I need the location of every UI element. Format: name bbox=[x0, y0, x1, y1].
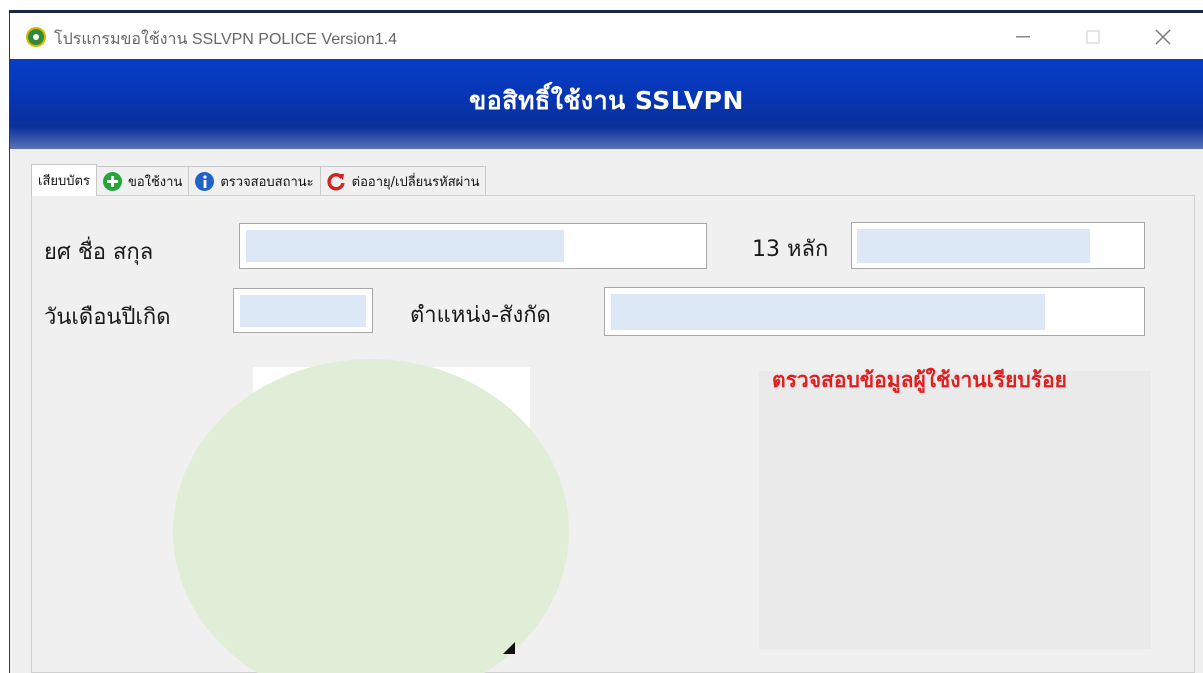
status-message: ตรวจสอบข้อมูลผู้ใช้งานเรียบร้อย bbox=[772, 368, 1067, 392]
position-label: ตำแหน่ง-สังกัด bbox=[410, 303, 551, 328]
result-area bbox=[759, 371, 1151, 649]
dob-field[interactable] bbox=[233, 288, 373, 333]
position-input[interactable] bbox=[605, 288, 1144, 335]
tab-label: เสียบบัตร bbox=[38, 174, 90, 189]
close-icon bbox=[1155, 29, 1171, 45]
tab-insert-card[interactable]: เสียบบัตร bbox=[31, 164, 97, 196]
dob-input[interactable] bbox=[234, 289, 372, 332]
name-field[interactable] bbox=[239, 223, 707, 269]
tab-renew-password[interactable]: ต่ออายุ/เปลี่ยนรหัสผ่าน bbox=[319, 166, 487, 196]
citizen-id-field[interactable] bbox=[851, 222, 1145, 269]
insert-card-panel: ยศ ชื่อ สกุล 13 หลัก วันเดือนปีเกิด ตำแห… bbox=[31, 195, 1195, 673]
minimize-icon bbox=[1016, 36, 1030, 38]
window-title: โปรแกรมขอใช้งาน SSLVPN POLICE Version1.4 bbox=[54, 31, 398, 48]
refresh-icon bbox=[327, 172, 346, 191]
tab-label: ตรวจสอบสถานะ bbox=[220, 175, 314, 190]
desktop-strip bbox=[0, 0, 1203, 13]
citizen-id-input[interactable] bbox=[852, 223, 1144, 268]
id-label: 13 หลัก bbox=[752, 237, 829, 262]
police-emblem-icon bbox=[26, 27, 46, 47]
tab-label: ต่ออายุ/เปลี่ยนรหัสผ่าน bbox=[351, 175, 480, 190]
name-input[interactable] bbox=[240, 224, 706, 268]
app-window: โปรแกรมขอใช้งาน SSLVPN POLICE Version1.4… bbox=[9, 13, 1203, 673]
dob-label: วันเดือนปีเกิด bbox=[44, 305, 171, 330]
plus-circle-icon bbox=[102, 172, 122, 191]
position-field[interactable] bbox=[604, 287, 1145, 336]
resize-grip-icon bbox=[503, 642, 515, 654]
screen: โปรแกรมขอใช้งาน SSLVPN POLICE Version1.4… bbox=[0, 0, 1203, 673]
close-button[interactable] bbox=[1143, 23, 1183, 51]
name-label: ยศ ชื่อ สกุล bbox=[44, 240, 154, 265]
header-banner: ขอสิทธิ์ใช้งาน SSLVPN bbox=[10, 59, 1203, 149]
tab-check-status[interactable]: ตรวจสอบสถานะ bbox=[188, 166, 321, 196]
info-icon bbox=[195, 172, 215, 191]
tab-label: ขอใช้งาน bbox=[127, 175, 183, 190]
title-bar[interactable]: โปรแกรมขอใช้งาน SSLVPN POLICE Version1.4 bbox=[10, 13, 1203, 59]
maximize-icon bbox=[1086, 30, 1100, 44]
tab-request-access[interactable]: ขอใช้งาน bbox=[95, 166, 190, 196]
tab-bar: เสียบบัตร ขอใช้งาน ตรวจสอบสถานะ ต่ออายุ/… bbox=[31, 164, 487, 196]
banner-title: ขอสิทธิ์ใช้งาน SSLVPN bbox=[469, 86, 744, 115]
maximize-button[interactable] bbox=[1073, 23, 1113, 51]
minimize-button[interactable] bbox=[1003, 23, 1043, 51]
